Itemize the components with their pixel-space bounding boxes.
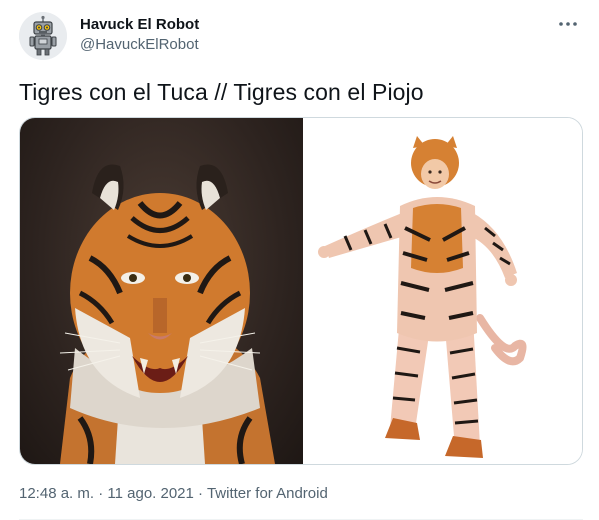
tweet-media[interactable] (19, 117, 583, 465)
tweet-source[interactable]: Twitter for Android (207, 485, 328, 502)
tweet-header: Havuck El Robot @HavuckElRobot (19, 12, 585, 62)
tweet-time[interactable]: 12:48 a. m. (19, 485, 94, 502)
tweet-date[interactable]: 11 ago. 2021 (107, 485, 193, 502)
author-info: Havuck El Robot @HavuckElRobot (80, 15, 199, 55)
tweet-card: Havuck El Robot @HavuckElRobot Tigres co… (0, 0, 599, 520)
tiger-illustration (59, 164, 275, 464)
more-horizontal-icon (559, 22, 577, 26)
tweet-meta: 12:48 a. m. · 11 ago. 2021 · Twitter for… (19, 484, 328, 504)
tiger-costume-illustration (318, 136, 527, 458)
robot-avatar-icon (19, 12, 67, 60)
handle[interactable]: @HavuckElRobot (80, 35, 199, 55)
avatar[interactable] (19, 12, 67, 60)
display-name[interactable]: Havuck El Robot (80, 15, 199, 35)
tiger-costume-photo[interactable] (303, 118, 582, 464)
meta-separator: · (193, 485, 207, 502)
tiger-photo[interactable] (20, 118, 303, 464)
more-options-button[interactable] (555, 14, 581, 34)
tweet-text: Tigres con el Tuca // Tigres con el Pioj… (19, 79, 424, 105)
meta-separator: · (94, 485, 108, 502)
